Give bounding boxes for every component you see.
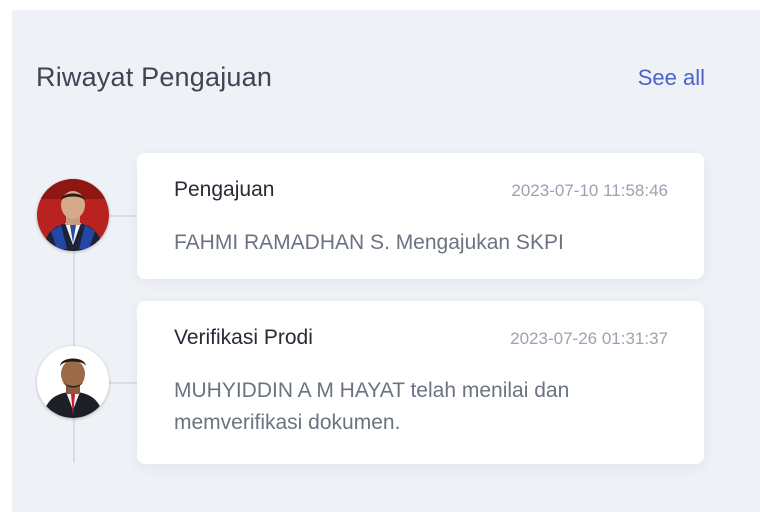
history-card-title: Verifikasi Prodi [174, 326, 313, 349]
history-card[interactable]: Pengajuan 2023-07-10 11:58:46 FAHMI RAMA… [137, 153, 704, 279]
history-card-description: FAHMI RAMADHAN S. Mengajukan SKPI [174, 231, 564, 254]
history-card-timestamp: 2023-07-10 11:58:46 [511, 181, 668, 200]
avatar [37, 346, 109, 418]
timeline-line [73, 215, 75, 463]
see-all-link[interactable]: See all [638, 65, 705, 91]
panel-title: Riwayat Pengajuan [36, 62, 273, 92]
avatar [37, 179, 109, 251]
history-panel: Riwayat Pengajuan See all Pengajuan 2023… [12, 10, 760, 512]
history-card-description: MUHYIDDIN A M HAYAT telah menilai dan me… [174, 379, 570, 434]
history-card[interactable]: Verifikasi Prodi 2023-07-26 01:31:37 MUH… [137, 301, 704, 464]
history-card-title: Pengajuan [174, 178, 275, 201]
history-card-timestamp: 2023-07-26 01:31:37 [510, 329, 668, 348]
